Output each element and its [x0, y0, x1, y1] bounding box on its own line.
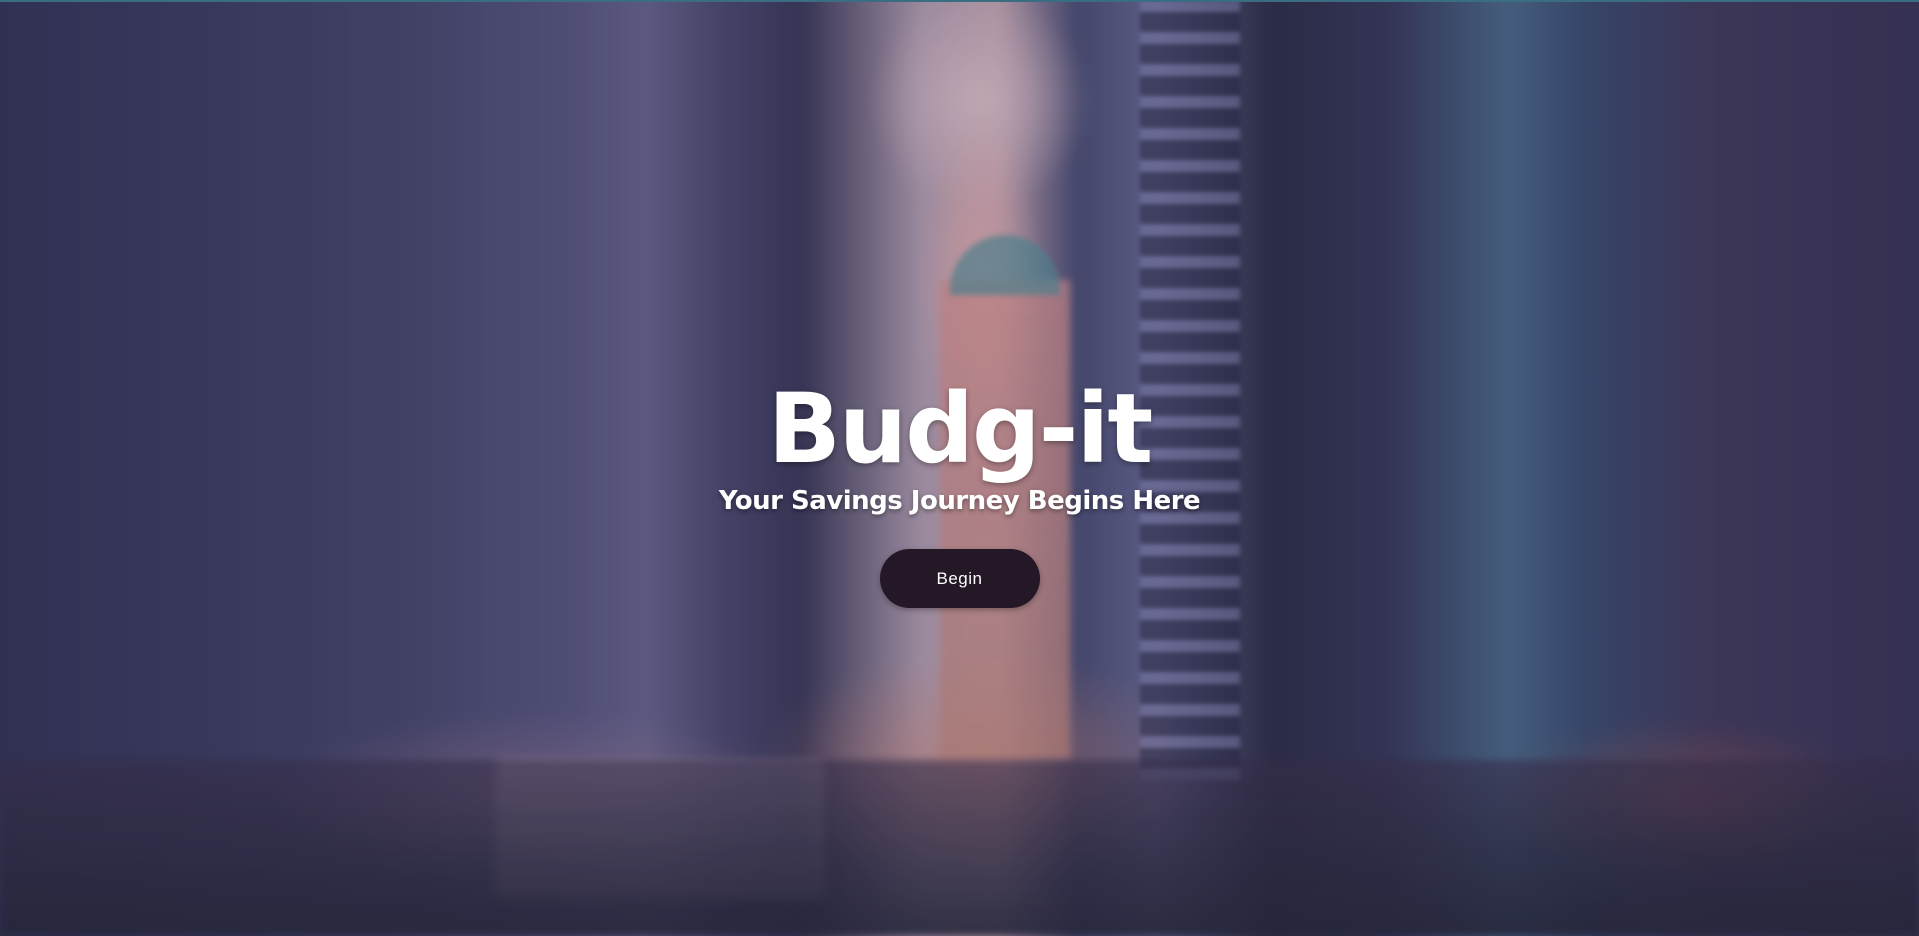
- app-title: Budg-it: [767, 373, 1154, 485]
- top-border: [0, 0, 1919, 2]
- begin-button[interactable]: Begin: [879, 549, 1040, 608]
- app-tagline: Your Savings Journey Begins Here: [718, 486, 1201, 516]
- hero-section: Budg-it Your Savings Journey Begins Here…: [0, 0, 1919, 936]
- hero-content: Budg-it Your Savings Journey Begins Here…: [0, 375, 1919, 608]
